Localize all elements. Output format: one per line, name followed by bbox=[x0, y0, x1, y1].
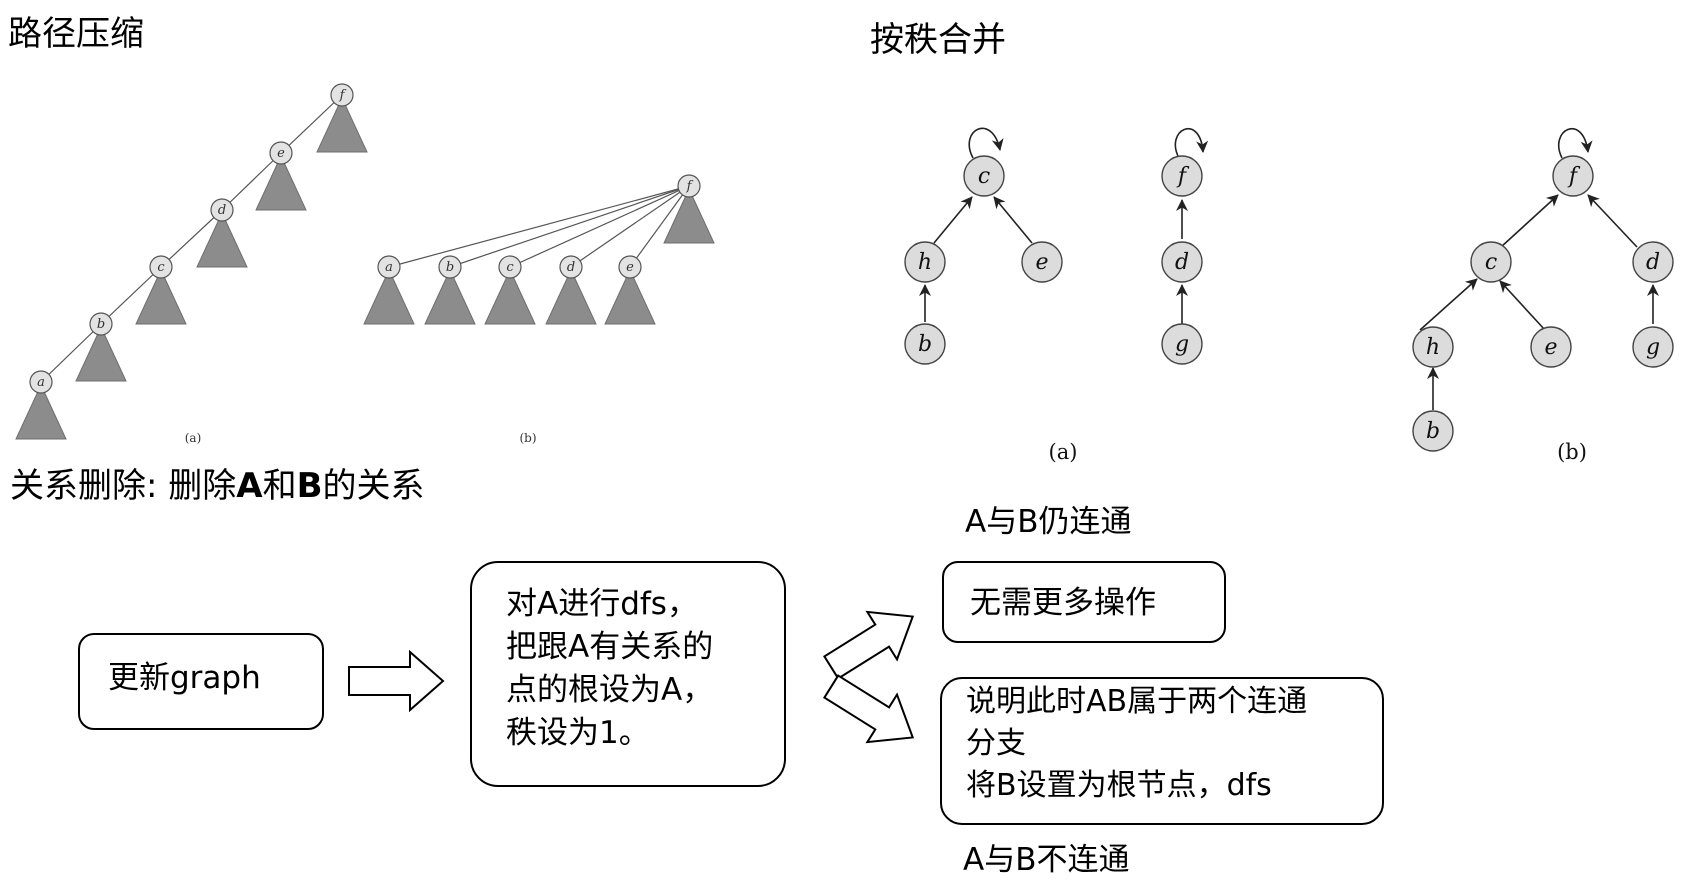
caption-rank-b: (b) bbox=[1557, 440, 1587, 464]
node-label: d bbox=[567, 260, 575, 275]
node-label: b bbox=[918, 332, 932, 357]
dfs-step-box: 对A进行dfs， 把跟A有关系的 点的根设为A， 秩设为1。 bbox=[470, 561, 786, 787]
no-more-ops-label: 无需更多操作 bbox=[970, 585, 1156, 621]
dfs-line: 对A进行dfs， bbox=[506, 586, 698, 622]
path-compression-figure-a bbox=[40, 94, 343, 383]
node-label: e bbox=[1544, 335, 1557, 360]
dfs-line: 点的根设为A， bbox=[506, 672, 714, 708]
split-line: 说明此时AB属于两个连通 bbox=[966, 684, 1308, 719]
split-line: 分支 bbox=[966, 726, 1026, 761]
node-label: b bbox=[1426, 419, 1440, 444]
flow-arrow-right bbox=[348, 649, 445, 713]
node-label: d bbox=[218, 203, 226, 218]
connected-label: A与B仍连通 bbox=[965, 504, 1132, 540]
node-label: c bbox=[506, 260, 514, 275]
node-label: c bbox=[1485, 250, 1497, 275]
figures-canvas: f e d c b a (a) f a b c d e (b) c h e b … bbox=[15, 83, 1674, 744]
caption-path-a: (a) bbox=[185, 431, 202, 445]
node-label: h bbox=[918, 250, 932, 275]
node-label: e bbox=[277, 146, 285, 161]
node-label: b bbox=[97, 317, 105, 332]
split-line: 将B设置为根节点，dfs bbox=[966, 768, 1272, 803]
path-compression-figure-b bbox=[388, 185, 690, 268]
dfs-line: 把跟A有关系的 bbox=[506, 629, 714, 665]
split-components-box: 说明此时AB属于两个连通 分支 将B设置为根节点，dfs bbox=[940, 677, 1384, 825]
self-loop-arrow bbox=[1557, 128, 1593, 159]
caption-path-b: (b) bbox=[519, 431, 536, 445]
update-graph-label: 更新graph bbox=[108, 660, 261, 696]
node-label: g bbox=[1175, 332, 1189, 357]
update-graph-box: 更新graph bbox=[78, 633, 324, 730]
not-connected-label: A与B不连通 bbox=[963, 842, 1130, 878]
node-label: g bbox=[1646, 335, 1660, 360]
flow-arrow-down-right bbox=[823, 674, 915, 744]
node-label: c bbox=[157, 260, 165, 275]
dfs-line: 秩设为1。 bbox=[506, 715, 650, 751]
node-label: d bbox=[1646, 250, 1660, 275]
node-label: b bbox=[446, 260, 454, 275]
node-label: d bbox=[1175, 250, 1189, 275]
self-loop-arrow bbox=[968, 127, 1004, 159]
node-label: e bbox=[626, 260, 634, 275]
node-label: a bbox=[385, 260, 393, 275]
union-rank-figure-b bbox=[1419, 128, 1659, 410]
flow-arrow-up-right bbox=[823, 610, 915, 680]
node-label: h bbox=[1426, 335, 1440, 360]
no-more-ops-box: 无需更多操作 bbox=[942, 561, 1226, 643]
node-label: e bbox=[1035, 250, 1048, 275]
union-rank-figure-a bbox=[919, 127, 1209, 324]
node-label: a bbox=[37, 375, 45, 390]
node-label: c bbox=[978, 164, 990, 189]
self-loop-arrow bbox=[1174, 128, 1209, 159]
caption-rank-a: (a) bbox=[1049, 440, 1078, 464]
